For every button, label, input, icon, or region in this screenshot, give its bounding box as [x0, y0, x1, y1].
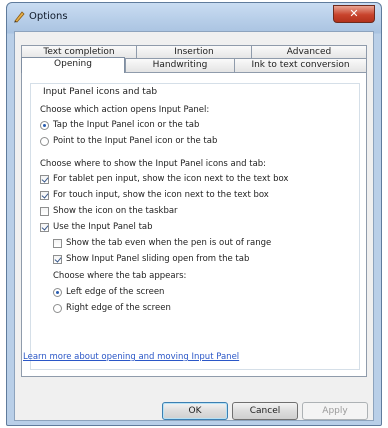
cancel-button[interactable]: Cancel: [232, 402, 298, 420]
checkbox-touch-icon-near-textbox-label[interactable]: For touch input, show the icon next to t…: [53, 190, 269, 200]
tab-opening[interactable]: Opening: [21, 57, 125, 73]
checkbox-sliding-open-label[interactable]: Show Input Panel sliding open from the t…: [66, 254, 249, 264]
group-title: Input Panel icons and tab: [41, 87, 160, 97]
title-bar[interactable]: Options ✕: [7, 3, 381, 31]
learn-more-link[interactable]: Learn more about opening and moving Inpu…: [23, 352, 239, 362]
edge-prompt: Choose where the tab appears:: [53, 271, 187, 281]
opening-tab-panel: Input Panel icons and tab Choose which a…: [21, 72, 367, 377]
input-panel-group: Input Panel icons and tab Choose which a…: [30, 83, 360, 370]
tab-row-front: Opening Handwriting Ink to text conversi…: [21, 57, 367, 73]
radio-right-edge-label[interactable]: Right edge of the screen: [66, 303, 171, 313]
tab-insertion[interactable]: Insertion: [136, 45, 252, 59]
action-prompt: Choose which action opens Input Panel:: [40, 105, 210, 115]
options-dialog: Options ✕ Text completion Insertion Adva…: [6, 2, 382, 426]
ok-button[interactable]: OK: [162, 402, 228, 420]
checkbox-use-input-panel-tab[interactable]: [40, 223, 49, 232]
close-button[interactable]: ✕: [333, 5, 375, 23]
radio-tap-to-open[interactable]: [40, 121, 49, 130]
radio-point-to-open[interactable]: [40, 137, 49, 146]
checkbox-pen-icon-near-textbox[interactable]: [40, 175, 49, 184]
checkbox-touch-icon-near-textbox[interactable]: [40, 191, 49, 200]
checkbox-show-tab-out-of-range-label[interactable]: Show the tab even when the pen is out of…: [66, 238, 271, 248]
window-title: Options: [29, 11, 68, 22]
radio-point-to-open-label[interactable]: Point to the Input Panel icon or the tab: [53, 136, 217, 146]
checkbox-icon-on-taskbar[interactable]: [40, 207, 49, 216]
tab-advanced[interactable]: Advanced: [251, 45, 367, 59]
radio-right-edge[interactable]: [53, 304, 62, 313]
checkbox-show-tab-out-of-range[interactable]: [53, 239, 62, 248]
pen-icon: [14, 11, 25, 23]
where-prompt: Choose where to show the Input Panel ico…: [40, 159, 267, 169]
tab-handwriting[interactable]: Handwriting: [125, 58, 235, 72]
apply-button[interactable]: Apply: [302, 402, 368, 420]
checkbox-pen-icon-near-textbox-label[interactable]: For tablet pen input, show the icon next…: [53, 174, 288, 184]
radio-tap-to-open-label[interactable]: Tap the Input Panel icon or the tab: [53, 120, 199, 130]
radio-left-edge[interactable]: [53, 288, 62, 297]
checkbox-icon-on-taskbar-label[interactable]: Show the icon on the taskbar: [53, 206, 178, 216]
radio-left-edge-label[interactable]: Left edge of the screen: [66, 287, 164, 297]
checkbox-sliding-open[interactable]: [53, 255, 62, 264]
tab-ink-to-text-conversion[interactable]: Ink to text conversion: [234, 58, 367, 72]
checkbox-use-input-panel-tab-label[interactable]: Use the Input Panel tab: [53, 222, 153, 232]
dialog-client: Text completion Insertion Advanced Openi…: [14, 31, 374, 421]
